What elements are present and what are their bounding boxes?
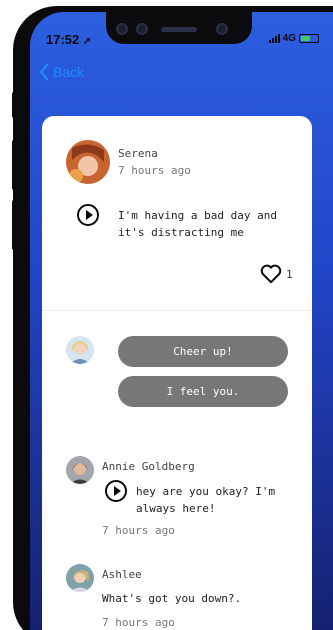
camera-icon (216, 23, 228, 35)
status-time: 17:52 ➚ (46, 32, 91, 47)
comment-text: What's got you down?. (102, 592, 242, 605)
play-audio-button[interactable] (77, 204, 99, 226)
comment-text: hey are you okay? I'm always here! (136, 485, 276, 515)
battery-icon (299, 34, 319, 43)
play-audio-button[interactable] (105, 480, 127, 502)
play-icon (85, 210, 93, 220)
heart-icon[interactable] (260, 264, 282, 284)
quick-reply-button[interactable]: I feel you. (118, 376, 288, 407)
chevron-left-icon (39, 64, 49, 80)
like-count: 1 (286, 268, 293, 281)
back-button[interactable]: Back (39, 64, 84, 80)
back-label: Back (53, 64, 85, 80)
camera-icon (136, 23, 148, 35)
signal-icon (268, 34, 280, 43)
author-name[interactable]: Serena (118, 147, 158, 160)
author-avatar[interactable] (66, 140, 110, 184)
play-icon (113, 486, 121, 496)
screen: 17:52 ➚ 4G Back Serena 7 hours ago I'm h… (30, 12, 333, 630)
comment-timestamp: 7 hours ago (102, 616, 175, 629)
speaker-grille (161, 27, 197, 32)
location-arrow-icon: ➚ (82, 36, 92, 47)
network-label: 4G (282, 33, 296, 44)
post-text: I'm having a bad day and it's distractin… (118, 209, 277, 239)
current-user-avatar (66, 336, 94, 364)
notch (106, 12, 252, 44)
commenter-name[interactable]: Annie Goldberg (102, 460, 195, 473)
divider (42, 310, 312, 311)
commenter-avatar[interactable] (66, 564, 94, 592)
camera-icon (116, 23, 128, 35)
commenter-avatar[interactable] (66, 456, 94, 484)
status-indicators: 4G (268, 33, 319, 44)
comment-timestamp: 7 hours ago (102, 524, 175, 537)
quick-reply-label: Cheer up! (173, 345, 233, 358)
post-timestamp: 7 hours ago (118, 164, 191, 177)
quick-reply-label: I feel you. (166, 385, 240, 398)
clock-text: 17:52 (46, 32, 80, 47)
post-card: Serena 7 hours ago I'm having a bad day … (42, 116, 312, 630)
commenter-name[interactable]: Ashlee (102, 568, 142, 581)
quick-reply-button[interactable]: Cheer up! (118, 336, 288, 367)
